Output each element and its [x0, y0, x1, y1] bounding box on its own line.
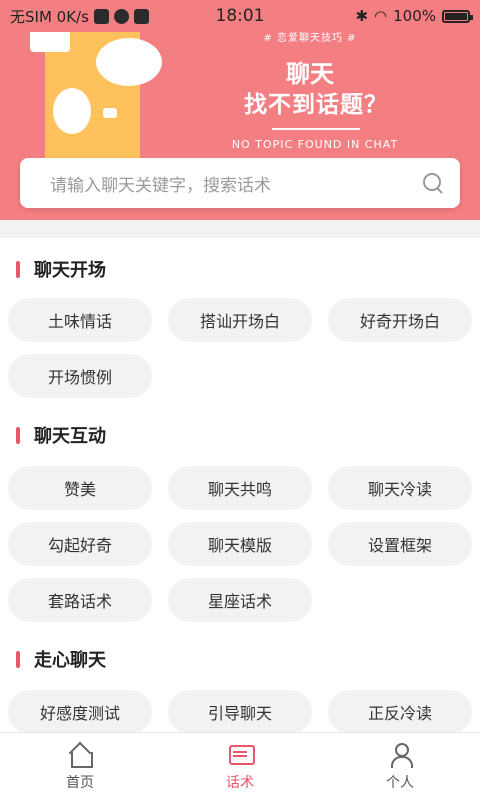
chat-icon [227, 742, 255, 768]
section-accent-bar [16, 260, 20, 278]
speech-bubble-illustration [30, 32, 70, 52]
status-bar: 无SIM 0K/s 18:01 ✱ ◠ 100% [0, 0, 480, 32]
bottom-tab-bar: 首页 话术 个人 [0, 732, 480, 800]
topic-chip[interactable]: 聊天模版 [168, 522, 312, 566]
status-left: 无SIM 0K/s [10, 6, 180, 27]
check-icon [133, 8, 149, 24]
topic-chip[interactable]: 聊天冷读 [328, 466, 472, 510]
status-time: 18:01 [215, 6, 265, 26]
speech-bubble-illustration [103, 108, 117, 118]
topic-chip[interactable]: 正反冷读 [328, 690, 472, 732]
status-right: ✱ ◠ 100% [300, 7, 473, 25]
topic-chip[interactable]: 赞美 [8, 466, 152, 510]
topic-chip[interactable]: 星座话术 [168, 578, 312, 622]
topic-chip[interactable]: 开场惯例 [8, 354, 152, 398]
tab-scripts[interactable]: 话术 [160, 733, 320, 800]
speech-bubble-illustration [53, 88, 91, 134]
section-title-text: 聊天开场 [34, 260, 106, 281]
wifi-icon: ◠ [374, 7, 388, 25]
section-title-interaction: 聊天互动 [16, 422, 106, 448]
speech-bubble-illustration [96, 38, 162, 86]
tab-label: 话术 [226, 774, 254, 791]
banner-divider [272, 128, 360, 130]
topic-chip[interactable]: 搭讪开场白 [168, 298, 312, 342]
banner-tag: # 恋爱聊天技巧 # [263, 33, 357, 44]
tab-label: 首页 [66, 774, 94, 791]
topic-chip[interactable]: 套路话术 [8, 578, 152, 622]
banner-title-line2: 找不到话题？ [244, 92, 388, 118]
tab-home[interactable]: 首页 [0, 733, 160, 800]
tab-label: 个人 [386, 774, 414, 791]
search-placeholder: 请输入聊天关键字，搜索话术 [50, 175, 271, 196]
section-accent-bar [16, 426, 20, 444]
topic-chip[interactable]: 勾起好奇 [8, 522, 152, 566]
search-icon[interactable] [422, 172, 444, 194]
bluetooth-icon: ✱ [355, 7, 369, 25]
section-title-text: 走心聊天 [34, 650, 106, 671]
topics-content: 聊天开场 土味情话 搭讪开场白 好奇开场白 开场惯例 聊天互动 赞美 聊天共鸣 … [0, 238, 480, 732]
home-icon [67, 742, 93, 768]
topic-chip[interactable]: 好奇开场白 [328, 298, 472, 342]
user-icon [387, 742, 413, 768]
battery-text: 100% [393, 7, 436, 25]
topic-chip[interactable]: 设置框架 [328, 522, 472, 566]
search-input[interactable]: 请输入聊天关键字，搜索话术 [20, 158, 460, 208]
battery-icon [442, 9, 473, 23]
section-accent-bar [16, 650, 20, 668]
topic-chip[interactable]: 好感度测试 [8, 690, 152, 732]
topic-chip[interactable]: 引导聊天 [168, 690, 312, 732]
banner-title-line1: 聊天 [286, 60, 334, 88]
topic-chip[interactable]: 土味情话 [8, 298, 152, 342]
topic-chip[interactable]: 聊天共鸣 [168, 466, 312, 510]
app-notification-icon [113, 8, 129, 24]
carrier-text: 无SIM 0K/s [10, 7, 89, 26]
tab-profile[interactable]: 个人 [320, 733, 480, 800]
section-title-heartfelt: 走心聊天 [16, 646, 106, 672]
usb-icon [93, 8, 109, 24]
section-title-text: 聊天互动 [34, 426, 106, 447]
section-title-opening: 聊天开场 [16, 256, 106, 282]
banner-subtitle: NO TOPIC FOUND IN CHAT [231, 138, 399, 151]
